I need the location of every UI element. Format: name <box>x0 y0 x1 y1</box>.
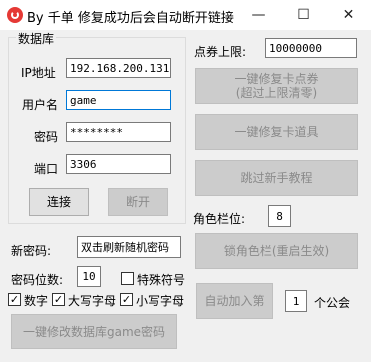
role-slot-input[interactable]: 8 <box>268 205 291 227</box>
uppercase-checkbox[interactable]: ✓ <box>52 293 65 306</box>
password-digits-input[interactable]: 10 <box>77 266 101 287</box>
special-symbol-label: 特殊符号 <box>137 273 186 287</box>
lowercase-checkbox[interactable]: ✓ <box>120 293 133 306</box>
password-input[interactable]: ******** <box>66 122 171 142</box>
number-checkbox[interactable]: ✓ <box>8 293 21 306</box>
auto-join-guild-button[interactable]: 自动加入第 <box>196 283 273 319</box>
database-group-title: 数据库 <box>16 30 57 47</box>
close-button[interactable]: ✕ <box>326 0 371 30</box>
repair-voucher-button[interactable]: 一键修复卡点券 (超过上限清零) <box>195 68 358 104</box>
connect-button[interactable]: 连接 <box>29 188 89 216</box>
repair-items-button[interactable]: 一键修复卡道具 <box>195 114 358 150</box>
window-title: By 千单 修复成功后会自动断开链接 <box>27 11 234 26</box>
skip-tutorial-button[interactable]: 跳过新手教程 <box>195 160 358 196</box>
username-input[interactable]: game <box>66 90 171 110</box>
new-password-input[interactable]: 双击刷新随机密码 <box>77 236 181 258</box>
number-label: 数字 <box>24 294 49 308</box>
voucher-limit-input[interactable]: 10000000 <box>265 38 357 58</box>
uppercase-label: 大写字母 <box>68 294 117 308</box>
ip-input[interactable]: 192.168.200.131 <box>66 58 171 78</box>
ip-label: IP地址 <box>21 66 56 80</box>
disconnect-button[interactable]: 断开 <box>108 188 168 216</box>
port-input[interactable]: 3306 <box>66 154 171 174</box>
port-label: 端口 <box>34 162 59 176</box>
app-icon <box>7 7 23 23</box>
special-symbol-checkbox[interactable] <box>121 272 134 285</box>
role-slot-label: 角色栏位: <box>193 212 246 226</box>
lock-role-slot-button[interactable]: 锁角色栏(重启生效) <box>195 233 358 269</box>
maximize-button[interactable]: ☐ <box>281 0 326 30</box>
modify-password-button[interactable]: 一键修改数据库game密码 <box>11 314 177 349</box>
minimize-button[interactable]: — <box>236 0 281 30</box>
password-label: 密码 <box>34 130 59 144</box>
voucher-limit-label: 点券上限: <box>194 45 247 59</box>
lowercase-label: 小写字母 <box>136 294 185 308</box>
guild-index-input[interactable]: 1 <box>285 290 307 312</box>
new-password-label: 新密码: <box>11 244 52 258</box>
username-label: 用户名 <box>22 98 59 112</box>
guild-suffix-label: 个公会 <box>314 296 351 310</box>
password-digits-label: 密码位数: <box>11 273 64 287</box>
